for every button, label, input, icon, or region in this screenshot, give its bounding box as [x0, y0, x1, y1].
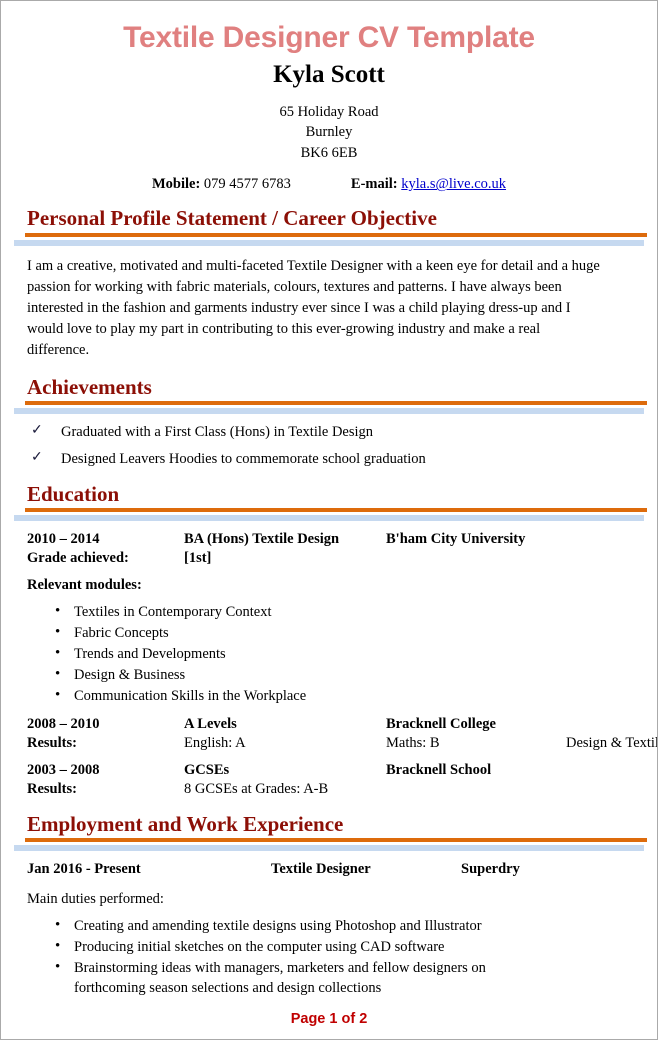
education-dates: 2010 – 2014	[27, 531, 100, 548]
section-heading-profile: Personal Profile Statement / Career Obje…	[27, 206, 437, 231]
employment-title-line: Jan 2016 - Present Textile Designer Supe…	[27, 860, 647, 879]
candidate-name: Kyla Scott	[273, 60, 385, 88]
check-icon: ✓	[31, 423, 43, 439]
module-text: Design & Business	[74, 667, 186, 684]
alevels-title-line: 2008 – 2010 A Levels Bracknell College	[27, 715, 647, 734]
section-heading-education: Education	[27, 481, 120, 506]
employment-dates: Jan 2016 - Present	[27, 861, 141, 878]
mobile-label: Mobile:	[151, 176, 201, 193]
modules-list: • Textiles in Contemporary Context • Fabri…	[55, 602, 647, 706]
list-item: • Design & Business	[55, 665, 647, 685]
rule-blue	[14, 239, 644, 246]
bullet-icon: •	[55, 603, 61, 620]
list-item: • Textiles in Contemporary Context	[55, 602, 647, 622]
rule-orange	[25, 508, 647, 513]
module-text: Textiles in Contemporary Context	[74, 604, 272, 621]
employment-entry: Jan 2016 - Present Textile Designer Supe…	[27, 860, 647, 879]
gcses-results-line: Results: 8 GCSEs at Grades: A-B	[27, 780, 647, 799]
section-heading-employment: Employment and Work Experience	[27, 811, 344, 836]
rule-orange	[25, 838, 647, 843]
grade-label: Grade achieved:	[27, 549, 129, 566]
gcses-dates: 2003 – 2008	[27, 762, 100, 779]
email-label: E-mail:	[350, 176, 398, 193]
achievements-list: ✓ Graduated with a First Class (Hons) in …	[31, 423, 647, 469]
rule-blue	[14, 845, 644, 852]
cv-content: Textile Designer CV Template Kyla Scott …	[1, 21, 657, 998]
education-degree-line: 2010 – 2014 BA (Hons) Textile Design B'h…	[27, 530, 647, 549]
rule-orange	[25, 401, 647, 406]
module-text: Fabric Concepts	[74, 625, 169, 642]
list-item: • Brainstorming ideas with managers, mark…	[55, 958, 647, 998]
relevant-modules-label: Relevant modules:	[27, 577, 142, 594]
rule-orange	[25, 232, 647, 237]
check-icon: ✓	[31, 449, 43, 465]
list-item: ✓ Designed Leavers Hoodies to commemorate…	[31, 450, 647, 469]
section-achievements: Achievements ✓ Graduated with a First Cla…	[11, 374, 647, 469]
bullet-icon: •	[55, 624, 61, 641]
bullet-icon: •	[55, 645, 61, 662]
cv-template-title: Textile Designer CV Template	[123, 21, 535, 54]
list-item: ✓ Graduated with a First Class (Hons) in …	[31, 423, 647, 442]
education-entry-alevels: 2008 – 2010 A Levels Bracknell College R…	[27, 715, 657, 753]
list-item: • Producing initial sketches on the compu…	[55, 937, 647, 957]
mobile-contact: Mobile: 079 4577 6783	[152, 176, 291, 193]
gcses-title-line: 2003 – 2008 GCSEs Bracknell School	[27, 761, 647, 780]
alevels-result-3: Design & Textiles: A	[566, 734, 657, 751]
gcses-qualification: GCSEs	[184, 762, 230, 779]
module-text: Communication Skills in the Workplace	[74, 688, 307, 705]
gcses-results-label: Results:	[27, 780, 77, 797]
achievement-text: Graduated with a First Class (Hons) in T…	[61, 424, 374, 441]
duties-label: Main duties performed:	[27, 890, 164, 907]
list-item: • Creating and amending textile designs u…	[55, 916, 647, 936]
email-contact: E-mail: kyla.s@live.co.uk	[351, 176, 506, 193]
grade-value: [1st]	[184, 549, 212, 566]
alevels-dates: 2008 – 2010	[27, 716, 100, 733]
alevels-result-2: Maths: B	[386, 734, 440, 751]
bullet-icon: •	[55, 958, 61, 975]
list-item: • Trends and Developments	[55, 644, 647, 664]
education-grade-line: Grade achieved: [1st]	[27, 549, 647, 568]
duty-text: Creating and amending textile designs us…	[74, 917, 482, 934]
section-personal-profile: Personal Profile Statement / Career Obje…	[11, 207, 647, 361]
list-item: • Communication Skills in the Workplace	[55, 686, 647, 706]
page-footer: Page 1 of 2	[290, 1011, 368, 1027]
bullet-icon: •	[55, 687, 61, 704]
education-qualification: BA (Hons) Textile Design	[184, 531, 340, 548]
section-employment: Employment and Work Experience Jan 2016 …	[11, 811, 647, 998]
alevels-result-1: English: A	[184, 734, 246, 751]
alevels-institution: Bracknell College	[386, 716, 496, 733]
alevels-results-label: Results:	[27, 734, 77, 751]
email-link[interactable]: kyla.s@live.co.uk	[401, 176, 506, 192]
bullet-icon: •	[55, 916, 61, 933]
rule-blue	[14, 408, 644, 415]
cv-page: Textile Designer CV Template Kyla Scott …	[0, 0, 658, 1040]
rule-blue	[14, 515, 644, 522]
module-text: Trends and Developments	[74, 646, 226, 663]
duty-text: Brainstorming ideas with managers, marke…	[74, 959, 486, 996]
achievement-text: Designed Leavers Hoodies to commemorate …	[61, 450, 426, 467]
mobile-value: 079 4577 6783	[203, 176, 291, 193]
education-institution: B'ham City University	[386, 531, 526, 548]
duty-text: Producing initial sketches on the comput…	[74, 938, 445, 955]
address-line-3: BK6 6EB	[300, 144, 358, 161]
employment-company: Superdry	[461, 861, 520, 878]
section-education: Education 2010 – 2014 BA (Hons) Textile …	[11, 481, 657, 799]
duties-list: • Creating and amending textile designs u…	[55, 916, 647, 998]
gcses-institution: Bracknell School	[386, 762, 492, 779]
alevels-results-line: Results: English: A Maths: B Design & Te…	[27, 734, 657, 753]
alevels-qualification: A Levels	[184, 716, 237, 733]
profile-paragraph: I am a creative, motivated and multi-fac…	[27, 257, 600, 359]
address-line-1: 65 Holiday Road	[279, 103, 379, 120]
bullet-icon: •	[55, 937, 61, 954]
contact-row: Mobile: 079 4577 6783 E-mail: kyla.s@live…	[11, 176, 647, 193]
address-block: 65 Holiday Road Burnley BK6 6EB	[11, 102, 647, 164]
education-entry-degree: 2010 – 2014 BA (Hons) Textile Design B'h…	[27, 530, 647, 567]
education-entry-gcses: 2003 – 2008 GCSEs Bracknell School Resul…	[27, 761, 647, 798]
gcses-result-1: 8 GCSEs at Grades: A-B	[184, 780, 329, 797]
section-heading-achievements: Achievements	[27, 374, 152, 399]
list-item: • Fabric Concepts	[55, 623, 647, 643]
employment-role: Textile Designer	[271, 861, 371, 878]
address-line-2: Burnley	[305, 124, 353, 141]
bullet-icon: •	[55, 666, 61, 683]
